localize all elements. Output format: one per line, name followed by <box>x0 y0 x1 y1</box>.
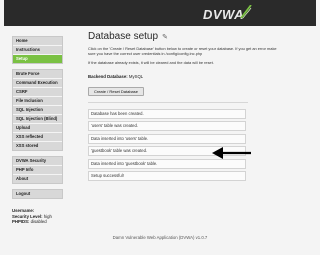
pencil-icon: ✎ <box>162 33 168 41</box>
setup-results-list: Database has been created. 'users' table … <box>88 108 312 182</box>
security-level-label: Security Level: <box>12 213 43 219</box>
sidebar-item-about[interactable]: About <box>13 175 62 183</box>
warning-text: If the database already exists, it will … <box>88 60 214 66</box>
arrow-left-icon <box>212 147 251 159</box>
header-bar: DVWA <box>4 0 316 26</box>
setup-result-message: Data inserted into 'guestbook' table. <box>88 158 246 169</box>
user-info: Username: Security Level: high PHPIDS: d… <box>12 208 52 225</box>
menu-group-logout: Logout <box>12 189 63 199</box>
sidebar-item-csrf[interactable]: CSRF <box>13 88 62 97</box>
main-content: Database setup ✎ Click on the 'Create / … <box>88 31 312 184</box>
sidebar-item-instructions[interactable]: Instructions <box>13 46 62 55</box>
setup-result-message: Database has been created. <box>88 108 246 119</box>
sidebar-item-brute-force[interactable]: Brute Force <box>13 70 62 79</box>
logo-swoosh-icon <box>240 5 252 19</box>
username-label: Username: <box>12 208 35 213</box>
setup-result-message: Setup successful! <box>88 171 246 182</box>
menu-group-settings: DVWA Security PHP Info About <box>12 156 63 184</box>
setup-result-message: Data inserted into 'users' table. <box>88 133 246 144</box>
divider <box>88 101 248 103</box>
backend-value: MySQL <box>128 73 144 79</box>
sidebar-item-xss-stored[interactable]: XSS stored <box>13 142 62 150</box>
intro-line-2: sure you have the correct user credentia… <box>88 51 203 57</box>
page-title-row: Database setup ✎ <box>88 31 312 42</box>
footer: Damn Vulnerable Web Application (DVWA) v… <box>112 235 208 240</box>
sidebar-item-xss-reflected[interactable]: XSS reflected <box>13 133 62 142</box>
sidebar-item-command-execution[interactable]: Command Execution <box>13 79 62 88</box>
page-title: Database setup <box>88 31 159 42</box>
dvwa-logo: DVWA <box>203 4 252 24</box>
sidebar-menu: Home Instructions Setup Brute Force Command… <box>12 36 63 204</box>
intro-text: Click on the 'Create / Reset Database' b… <box>88 46 312 56</box>
sidebar-item-logout[interactable]: Logout <box>13 190 62 198</box>
page-frame: DVWA Home Instructions Setup Brute Force Co… <box>4 0 316 255</box>
security-level-value: high <box>43 213 52 219</box>
phpids-row: PHPIDS: disabled <box>12 219 52 225</box>
phpids-label: PHPIDS: <box>12 219 30 224</box>
phpids-value: disabled <box>30 219 47 224</box>
sidebar-item-dvwa-security[interactable]: DVWA Security <box>13 157 62 166</box>
sidebar-item-setup[interactable]: Setup <box>13 55 62 63</box>
menu-group-vulnerabilities: Brute Force Command Execution CSRF File Inc… <box>12 69 63 151</box>
setup-result-message: 'users' table was created. <box>88 121 246 132</box>
sidebar-item-php-info[interactable]: PHP Info <box>13 166 62 175</box>
menu-group-main: Home Instructions Setup <box>12 36 63 64</box>
sidebar-item-home[interactable]: Home <box>13 37 62 46</box>
backend-database: Backend Database: MySQL <box>88 74 312 79</box>
logo-text: DVWA <box>203 6 244 22</box>
sidebar-item-file-inclusion[interactable]: File Inclusion <box>13 97 62 106</box>
backend-label: Backend Database: <box>88 73 128 79</box>
sidebar-item-sql-injection-blind[interactable]: SQL Injection (Blind) <box>13 115 62 124</box>
sidebar-item-sql-injection[interactable]: SQL Injection <box>13 106 62 115</box>
sidebar-item-upload[interactable]: Upload <box>13 124 62 133</box>
create-reset-database-button[interactable]: Create / Reset Database <box>88 86 144 96</box>
